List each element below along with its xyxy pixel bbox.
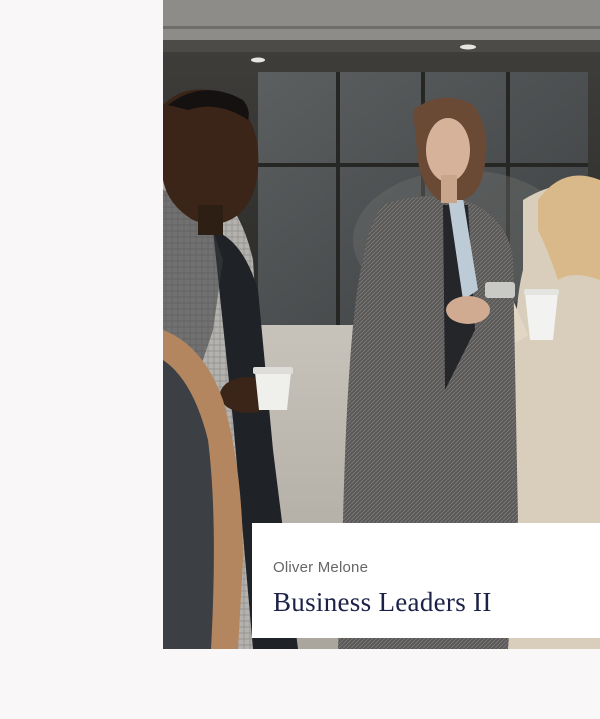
portfolio-page: Oliver Melone Business Leaders II: [0, 0, 600, 719]
project-title[interactable]: Business Leaders II: [273, 586, 600, 618]
author-name: Oliver Melone: [273, 559, 369, 576]
caption-card[interactable]: Oliver Melone Business Leaders II: [252, 523, 600, 638]
